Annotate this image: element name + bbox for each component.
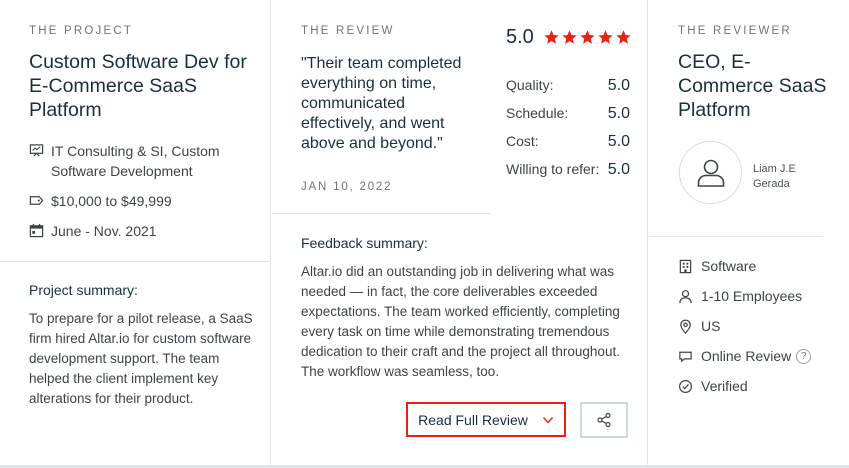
reviewer-column: THE REVIEWER CEO, E-Commerce SaaS Platfo…: [649, 0, 849, 466]
share-icon: [597, 412, 611, 428]
reviewer-industry: Software: [678, 258, 756, 274]
star-icon: [562, 30, 577, 44]
review-date: JAN 10, 2022: [301, 181, 393, 193]
project-summary-text: To prepare for a pilot release, a SaaS f…: [29, 311, 253, 406]
project-budget: $10,000 to $49,999: [29, 191, 172, 211]
rating-value: 5.0: [607, 105, 630, 122]
read-full-review-button[interactable]: Read Full Review: [406, 402, 566, 437]
chevron-down-icon: [542, 416, 553, 424]
reviewer-divider: [649, 236, 823, 237]
share-button[interactable]: [580, 402, 628, 438]
calendar-icon: [29, 223, 44, 238]
star-icon: [580, 30, 595, 44]
star-icon: [544, 30, 559, 44]
reviewer-title: CEO, E-Commerce SaaS Platform: [678, 51, 827, 121]
person-icon: [679, 289, 692, 303]
chat-bubble-icon: [679, 351, 692, 362]
feedback-summary-text: Altar.io did an outstanding job in deliv…: [301, 264, 620, 379]
avatar: [679, 141, 742, 204]
rating-value: 5.0: [607, 161, 630, 178]
rating-label: Quality:: [506, 77, 554, 93]
project-title: Custom Software Dev for E-Commerce SaaS …: [29, 51, 247, 121]
read-full-review-label: Read Full Review: [418, 411, 528, 428]
project-services: IT Consulting & SI, Custom Software Deve…: [29, 141, 249, 181]
project-dates-text: June - Nov. 2021: [51, 223, 157, 239]
reviewer-review-type: Online Review ?: [678, 348, 812, 364]
price-tag-icon: [29, 196, 44, 205]
feedback-summary-label: Feedback summary:: [301, 235, 428, 251]
check-circle-icon: [678, 379, 693, 393]
review-column: THE REVIEW "Their team completed everyth…: [272, 0, 648, 466]
reviewer-verified: Verified: [678, 378, 748, 394]
rating-willing-to-refer: Willing to refer: 5.0: [506, 161, 630, 179]
rating-schedule: Schedule: 5.0: [506, 105, 630, 123]
star-icon: [598, 30, 613, 44]
project-eyebrow: THE PROJECT: [29, 25, 134, 37]
project-summary-label: Project summary:: [29, 282, 138, 298]
project-services-text: IT Consulting & SI, Custom Software Deve…: [51, 143, 220, 179]
reviewer-name: Liam J.E Gerada: [753, 163, 796, 190]
project-budget-text: $10,000 to $49,999: [51, 193, 172, 209]
reviewer-review-type-text: Online Review: [701, 348, 792, 364]
overall-rating: 5.0: [506, 26, 633, 49]
rating-value: 5.0: [607, 77, 630, 94]
reviewer-eyebrow: THE REVIEWER: [678, 25, 792, 37]
user-icon: [697, 159, 724, 187]
review-divider: [272, 213, 490, 214]
project-dates: June - Nov. 2021: [29, 221, 157, 241]
project-divider: [0, 261, 270, 262]
review-quote: "Their team completed everything on time…: [301, 55, 462, 152]
reviewer-industry-text: Software: [701, 258, 757, 274]
review-eyebrow: THE REVIEW: [301, 25, 395, 37]
rating-label: Cost:: [506, 133, 539, 149]
rating-value: 5.0: [607, 133, 630, 150]
reviewer-verified-text: Verified: [701, 378, 748, 394]
star-icon: [616, 30, 631, 44]
reviewer-employees-text: 1-10 Employees: [701, 288, 803, 304]
rating-label: Willing to refer:: [506, 161, 600, 177]
presentation-board-icon: [29, 144, 44, 157]
rating-cost: Cost: 5.0: [506, 133, 630, 151]
building-icon: [679, 259, 692, 273]
project-column: THE PROJECT Custom Software Dev for E-Co…: [0, 0, 271, 466]
reviewer-location: US: [678, 318, 720, 334]
location-pin-icon: [680, 319, 691, 334]
overall-score: 5.0: [506, 26, 534, 48]
reviewer-location-text: US: [701, 318, 721, 334]
rating-quality: Quality: 5.0: [506, 77, 630, 95]
reviewer-employees: 1-10 Employees: [678, 288, 802, 304]
help-icon[interactable]: ?: [796, 348, 812, 364]
rating-label: Schedule:: [506, 105, 569, 121]
